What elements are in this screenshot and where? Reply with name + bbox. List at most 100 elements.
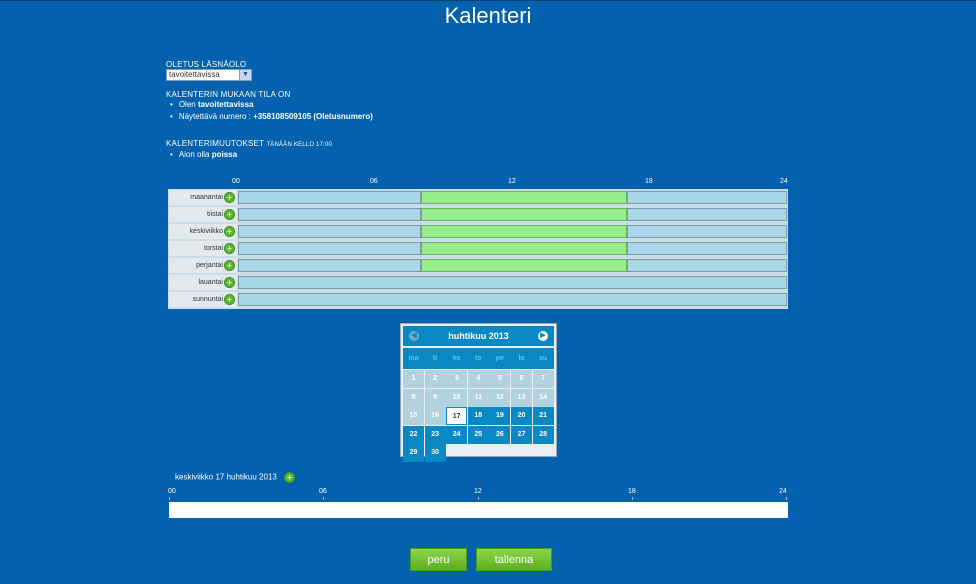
- default-presence-label: OLETUS LÄSNÄOLO: [166, 60, 247, 69]
- day-hour-label: 24: [779, 488, 787, 495]
- cancel-button[interactable]: peru: [410, 548, 467, 571]
- day-cell[interactable]: 18: [467, 407, 489, 426]
- day-cell: 14: [532, 388, 554, 407]
- weekday-header: ma: [408, 355, 419, 362]
- list-item: Olen tavoitettavissa: [170, 99, 373, 111]
- day-hour-label: 00: [168, 488, 176, 495]
- schedule-segment-available[interactable]: [238, 208, 421, 221]
- schedule-segment-busy[interactable]: [421, 191, 627, 204]
- hour-label: 12: [508, 178, 516, 185]
- day-cell[interactable]: 27: [511, 425, 532, 444]
- tick: [169, 497, 170, 500]
- day-cell[interactable]: 28: [532, 425, 554, 444]
- schedule-segment-available[interactable]: [626, 208, 787, 221]
- schedule-segment-busy[interactable]: [421, 208, 627, 221]
- schedule-segment-available[interactable]: [238, 242, 421, 255]
- day-cell[interactable]: 19: [489, 407, 511, 426]
- add-icon[interactable]: +: [224, 259, 235, 271]
- tick: [323, 497, 324, 500]
- tick: [632, 497, 633, 500]
- default-presence-select[interactable]: tavoitettavissa ▼: [166, 69, 252, 81]
- schedule-segment-busy[interactable]: [421, 225, 627, 238]
- day-cell[interactable]: 24: [446, 425, 468, 444]
- state-prefix: Olen: [178, 100, 198, 109]
- top-border: [0, 0, 976, 1]
- add-icon[interactable]: +: [224, 225, 235, 237]
- day-label: keskiviikko +: [169, 224, 237, 239]
- schedule-segment-available[interactable]: [238, 259, 421, 272]
- schedule-segment-busy[interactable]: [421, 259, 627, 272]
- weekday-header: su: [539, 355, 548, 362]
- day-name: keskiviikko: [189, 228, 223, 235]
- day-cell: 12: [489, 388, 511, 407]
- schedule-segment-available[interactable]: [238, 276, 787, 289]
- day-cell[interactable]: 29: [403, 444, 424, 463]
- schedule-segment-available[interactable]: [626, 225, 787, 238]
- selected-day-timeline[interactable]: [169, 502, 788, 518]
- day-cell[interactable]: 25: [467, 425, 489, 444]
- day-label: torstai +: [169, 241, 237, 256]
- schedule-segment-available[interactable]: [626, 259, 787, 272]
- hour-label: 06: [370, 178, 378, 185]
- day-cell: 3: [446, 370, 468, 388]
- hour-label: 00: [232, 178, 240, 185]
- chevron-down-icon[interactable]: ▼: [239, 70, 251, 80]
- schedule-row: lauantai +: [168, 274, 788, 291]
- day-cell: 5: [489, 370, 511, 388]
- add-icon[interactable]: +: [284, 472, 296, 483]
- day-cell[interactable]: 20: [511, 407, 532, 426]
- schedule-segment-available[interactable]: [626, 191, 787, 204]
- schedule-segment-available[interactable]: [626, 242, 787, 255]
- add-icon[interactable]: +: [224, 191, 235, 203]
- day-cell[interactable]: 30: [424, 444, 446, 463]
- calendar-state-list: Olen tavoitettavissa Näytettävä numero :…: [170, 99, 373, 123]
- day-cell: 11: [467, 388, 489, 407]
- selected-day-text: keskiviikko 17 huhtikuu 2013: [175, 472, 277, 482]
- day-cell: 4: [467, 370, 489, 388]
- chevron-left-icon[interactable]: ◀: [409, 331, 419, 341]
- add-icon[interactable]: +: [224, 276, 235, 288]
- hour-label: 24: [780, 178, 788, 185]
- day-cell: 1: [403, 370, 424, 388]
- day-cell: 10: [446, 388, 468, 407]
- schedule-segment-available[interactable]: [238, 225, 421, 238]
- save-button[interactable]: tallenna: [476, 548, 552, 571]
- add-icon[interactable]: +: [224, 242, 235, 254]
- day-name: maanantai: [190, 194, 223, 201]
- day-name: torstai: [203, 245, 223, 252]
- chevron-right-icon[interactable]: ▶: [538, 331, 548, 341]
- day-cell[interactable]: 26: [489, 425, 511, 444]
- add-icon[interactable]: +: [224, 208, 235, 220]
- day-label: perjantai +: [169, 258, 237, 273]
- state-value: tavoitettavissa: [197, 100, 254, 109]
- day-label: tiistai +: [169, 207, 237, 222]
- day-cell: 9: [424, 388, 446, 407]
- day-name: sunnuntai: [192, 296, 223, 303]
- day-name: lauantai: [198, 279, 223, 286]
- day-name: tiistai: [207, 211, 223, 218]
- schedule-segment-busy[interactable]: [421, 242, 627, 255]
- day-hour-label: 06: [319, 488, 327, 495]
- selected-day-label: keskiviikko 17 huhtikuu 2013 +: [175, 472, 296, 483]
- weekday-row: ma ti ke to pe la su: [403, 348, 554, 369]
- day-cell: 16: [424, 407, 446, 426]
- day-label: lauantai +: [169, 275, 237, 290]
- hour-label: 18: [645, 178, 653, 185]
- schedule-row: maanantai +: [168, 189, 788, 206]
- day-cell: 8: [403, 388, 424, 407]
- change-prefix: Aion olla: [178, 150, 212, 159]
- list-item: Näytettävä numero : +358108509105 (Oletu…: [170, 111, 373, 123]
- change-value: poissa: [211, 150, 238, 159]
- day-cell-today[interactable]: 17: [446, 407, 468, 426]
- day-cell: 13: [511, 388, 532, 407]
- day-hour-label: 12: [474, 488, 482, 495]
- day-cell[interactable]: 22: [403, 425, 424, 444]
- schedule-segment-available[interactable]: [238, 293, 787, 306]
- tick: [786, 497, 787, 500]
- weekday-header: to: [474, 355, 482, 362]
- day-cell[interactable]: 23: [424, 425, 446, 444]
- schedule-segment-available[interactable]: [238, 191, 421, 204]
- add-icon[interactable]: +: [224, 293, 235, 305]
- day-label: sunnuntai +: [169, 292, 237, 307]
- day-cell[interactable]: 21: [532, 407, 554, 426]
